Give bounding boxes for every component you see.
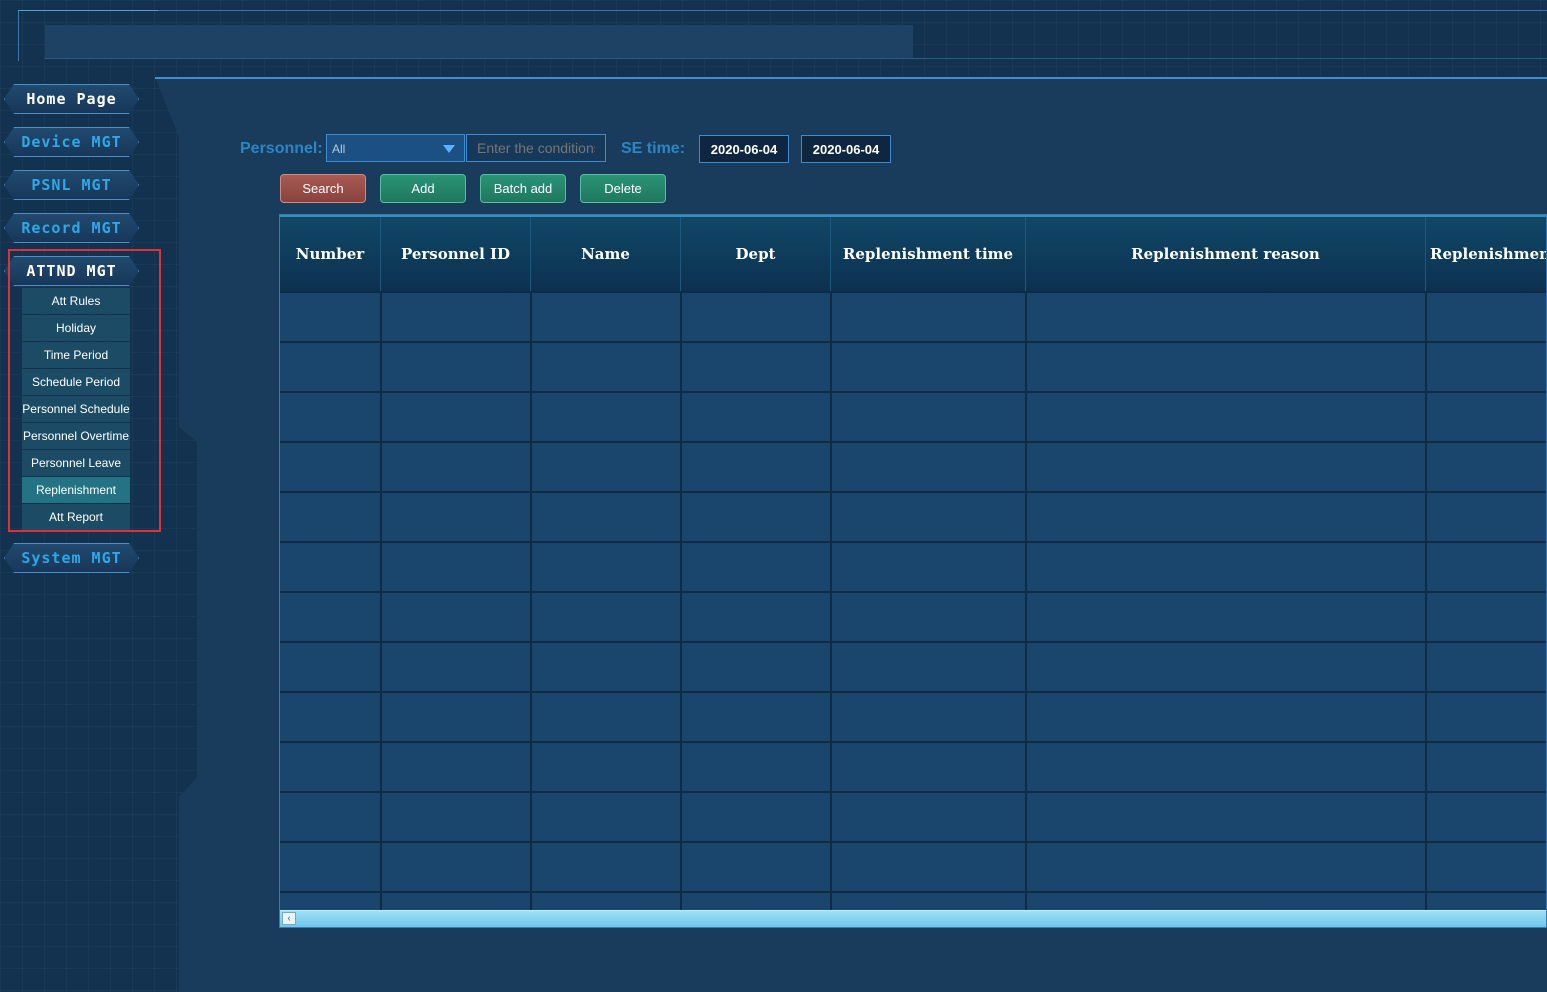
- header-divider: [45, 58, 1547, 59]
- scroll-left-arrow-icon[interactable]: ‹: [282, 912, 296, 925]
- end-date-field[interactable]: 2020-06-04: [801, 135, 891, 163]
- nav-system-mgt[interactable]: System MGT: [4, 543, 139, 573]
- column-divider: [1425, 291, 1427, 911]
- column-divider: [1025, 291, 1027, 911]
- table-header: Number Personnel ID Name Dept Replenishm…: [280, 215, 1546, 291]
- main-content-border: [155, 77, 1547, 79]
- search-button[interactable]: Search: [280, 174, 366, 203]
- column-divider: [680, 291, 682, 911]
- column-divider: [830, 291, 832, 911]
- column-header-replenishment-reason: Replenishment reason: [1026, 217, 1426, 291]
- nav-record-mgt[interactable]: Record MGT: [4, 213, 139, 243]
- column-header-name: Name: [531, 217, 681, 291]
- column-header-replenishment: Replenishmen: [1426, 217, 1546, 291]
- column-header-replenishment-time: Replenishment time: [831, 217, 1026, 291]
- se-time-label: SE time:: [621, 140, 686, 157]
- conditions-input[interactable]: [466, 134, 606, 162]
- batch-add-button[interactable]: Batch add: [480, 174, 566, 203]
- add-button[interactable]: Add: [380, 174, 466, 203]
- nav-device-mgt[interactable]: Device MGT: [4, 127, 139, 157]
- horizontal-scrollbar[interactable]: ‹: [280, 910, 1546, 927]
- nav-psnl-mgt[interactable]: PSNL MGT: [4, 170, 139, 200]
- nav-home-page[interactable]: Home Page: [4, 84, 139, 114]
- start-date-field[interactable]: 2020-06-04: [699, 135, 789, 163]
- column-header-personnel-id: Personnel ID: [381, 217, 531, 291]
- column-divider: [530, 291, 532, 911]
- delete-button[interactable]: Delete: [580, 174, 666, 203]
- table-body: [280, 291, 1546, 911]
- personnel-select[interactable]: All: [326, 134, 465, 162]
- replenishment-table: Number Personnel ID Name Dept Replenishm…: [279, 214, 1547, 928]
- personnel-select-value: All: [332, 142, 346, 156]
- personnel-label: Personnel:: [240, 140, 323, 157]
- column-header-number: Number: [280, 217, 381, 291]
- chevron-down-icon: [443, 145, 455, 153]
- column-divider: [380, 291, 382, 911]
- header-bar: [45, 25, 913, 58]
- attnd-highlight-box: [8, 249, 161, 532]
- column-header-dept: Dept: [681, 217, 831, 291]
